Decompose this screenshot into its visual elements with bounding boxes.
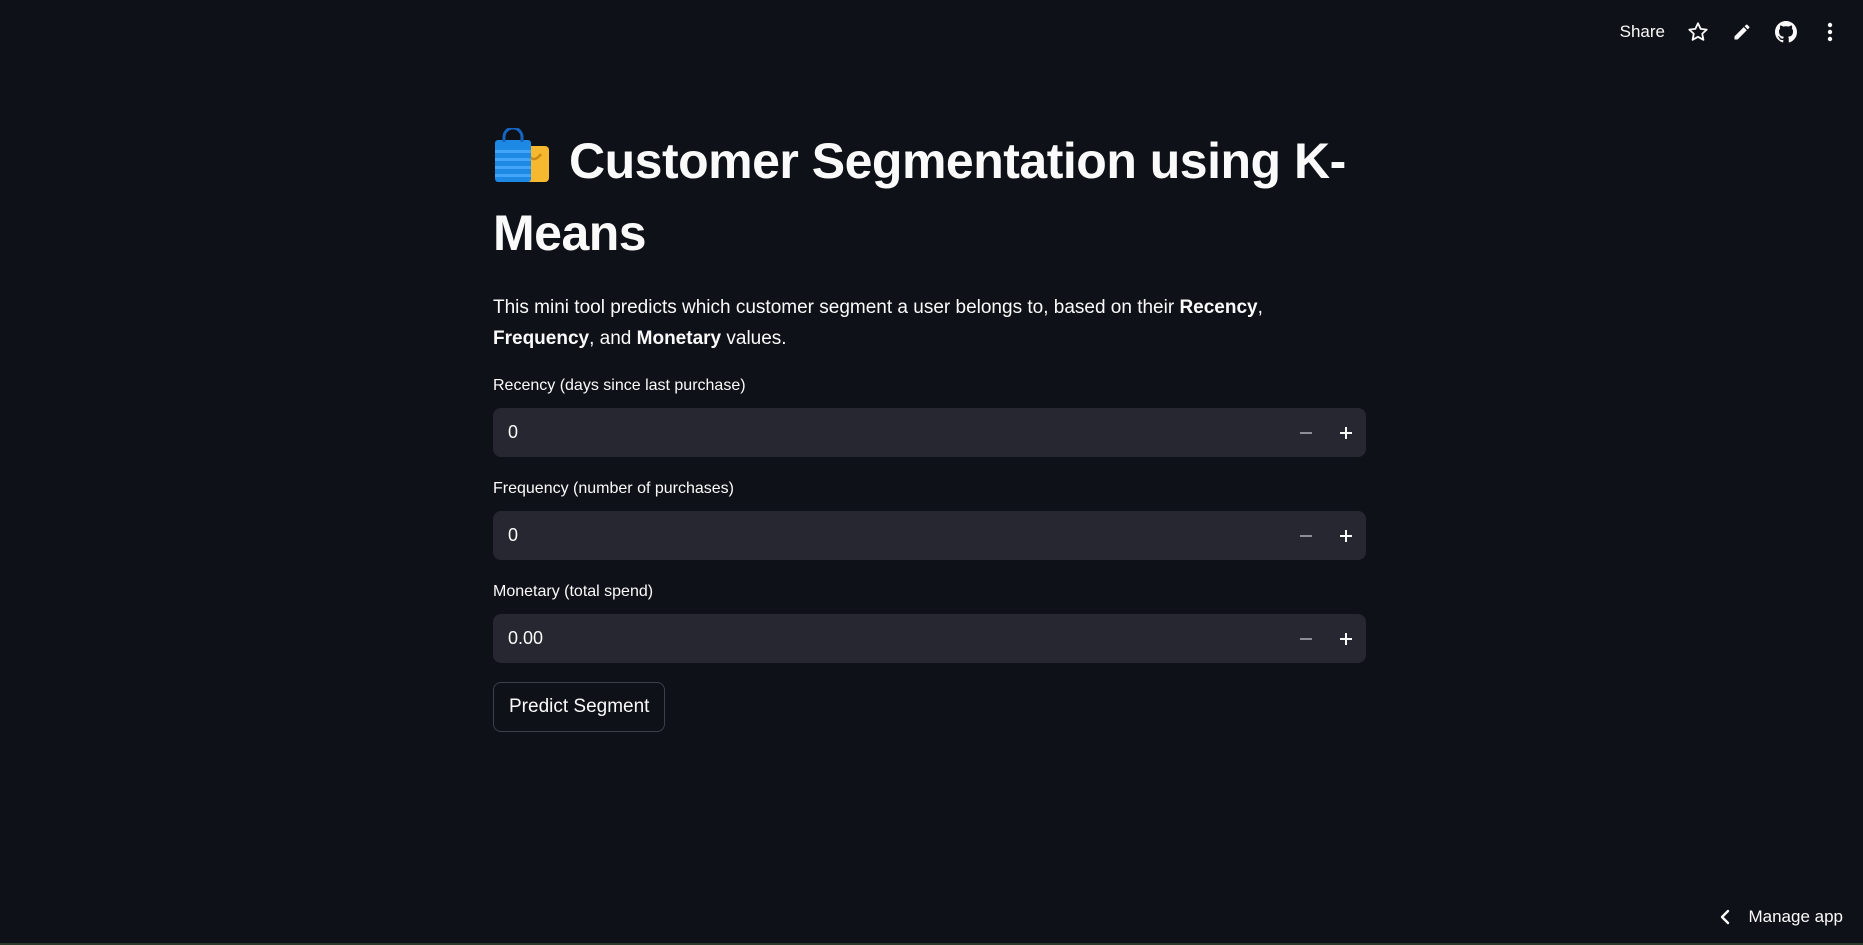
description: This mini tool predicts which customer s… [493,292,1366,354]
star-icon[interactable] [1687,21,1709,43]
monetary-decrement-button[interactable] [1286,614,1326,663]
monetary-field: Monetary (total spend) 0.00 [493,582,1366,663]
recency-decrement-button[interactable] [1286,408,1326,457]
description-recency: Recency [1179,297,1258,318]
chevron-left-icon [1721,909,1730,925]
github-icon[interactable] [1775,21,1797,43]
recency-number-input: 0 [493,408,1366,457]
plus-icon [1340,632,1352,645]
monetary-increment-button[interactable] [1326,614,1366,663]
top-toolbar: Share [1620,14,1841,50]
description-monetary: Monetary [636,328,722,349]
minus-icon [1300,534,1312,537]
page-title: Customer Segmentation using K-Means [493,126,1366,266]
frequency-decrement-button[interactable] [1286,511,1326,560]
more-vertical-icon[interactable] [1819,21,1841,43]
description-sep-2: , and [589,328,637,349]
recency-field: Recency (days since last purchase) 0 [493,376,1366,457]
minus-icon [1300,637,1312,640]
monetary-number-input: 0.00 [493,614,1366,663]
monetary-input[interactable]: 0.00 [493,628,1286,649]
minus-icon [1300,431,1312,434]
frequency-field: Frequency (number of purchases) 0 [493,479,1366,560]
manage-app-button[interactable]: Manage app [1720,907,1843,927]
description-sep-1: , [1257,297,1263,318]
predict-segment-button[interactable]: Predict Segment [493,682,666,732]
pencil-icon[interactable] [1731,21,1753,43]
frequency-number-input: 0 [493,511,1366,560]
share-button[interactable]: Share [1620,22,1665,42]
plus-icon [1340,426,1352,439]
frequency-input[interactable]: 0 [493,525,1286,546]
frequency-increment-button[interactable] [1326,511,1366,560]
shopping-bags-icon [493,126,551,200]
main-content: Customer Segmentation using K-Means This… [493,126,1366,732]
manage-app-label: Manage app [1748,907,1843,926]
description-frequency: Frequency [493,328,590,349]
plus-icon [1340,529,1352,542]
recency-increment-button[interactable] [1326,408,1366,457]
recency-input[interactable]: 0 [493,422,1286,443]
description-text-2: values. [721,328,787,349]
app-root: Share Customer Segmentation using K-Mean… [0,0,1863,945]
monetary-label: Monetary (total spend) [493,583,654,600]
frequency-label: Frequency (number of purchases) [493,480,734,497]
description-text-1: This mini tool predicts which customer s… [493,297,1180,318]
page-title-text: Customer Segmentation using K-Means [493,133,1346,261]
recency-label: Recency (days since last purchase) [493,377,746,394]
